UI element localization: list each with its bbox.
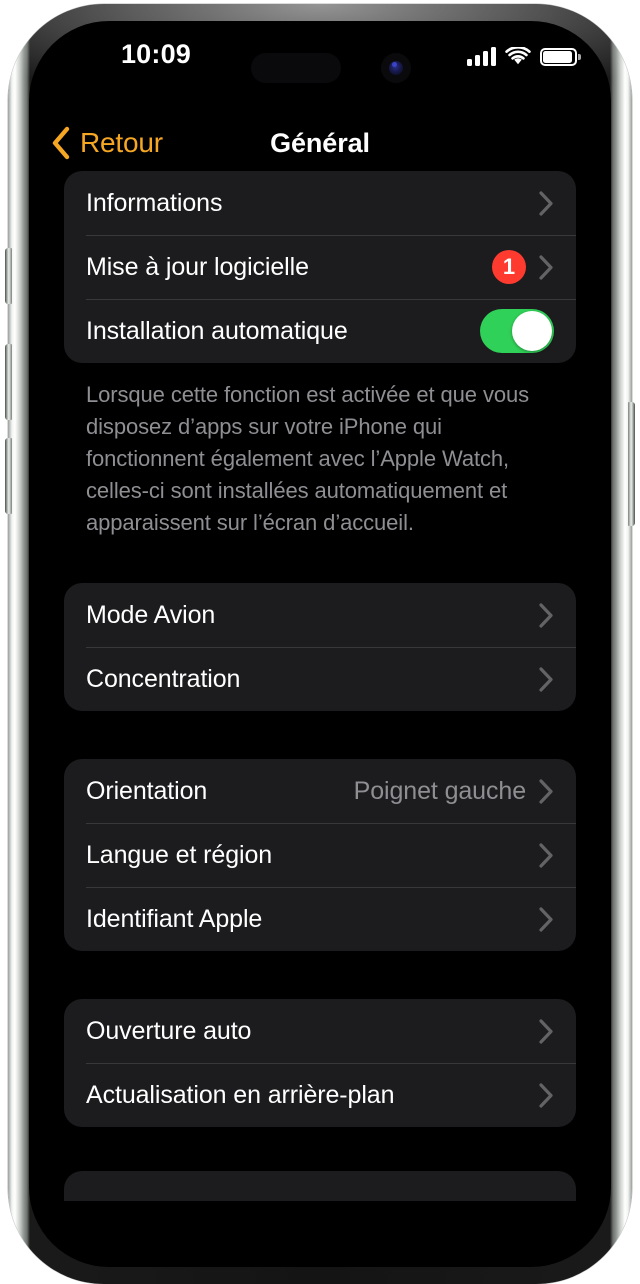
row-accessory xyxy=(538,842,554,869)
chevron-right-icon xyxy=(539,602,553,628)
row-accessory: Poignet gauche xyxy=(354,777,554,806)
chevron-right-icon xyxy=(539,778,553,804)
settings-group-next-clipped[interactable] xyxy=(64,1171,576,1201)
chevron-right-icon xyxy=(539,666,553,692)
row-label: Installation automatique xyxy=(86,316,348,345)
status-badge: 1 xyxy=(492,250,526,284)
camera-lens-glint xyxy=(392,62,397,67)
settings-row-informations[interactable]: Informations xyxy=(64,171,576,235)
row-label: Orientation xyxy=(86,776,208,805)
navigation-bar: Retour Général xyxy=(29,115,611,171)
toggle-knob xyxy=(512,311,552,351)
dynamic-island[interactable] xyxy=(251,53,341,83)
settings-row-apple-id[interactable]: Identifiant Apple xyxy=(64,887,576,951)
settings-row-language-region[interactable]: Langue et région xyxy=(64,823,576,887)
row-label: Actualisation en arrière-plan xyxy=(86,1080,395,1109)
row-accessory: 1 xyxy=(492,250,554,284)
settings-group-device: Orientation Poignet gauche Langue et rég… xyxy=(64,759,576,951)
row-accessory xyxy=(538,190,554,217)
row-accessory xyxy=(538,1018,554,1045)
settings-row-orientation[interactable]: Orientation Poignet gauche xyxy=(64,759,576,823)
chevron-right-icon xyxy=(539,1018,553,1044)
settings-row-background-refresh[interactable]: Actualisation en arrière-plan xyxy=(64,1063,576,1127)
row-label: Langue et région xyxy=(86,840,273,869)
row-label: Identifiant Apple xyxy=(86,904,263,933)
group-footer-note: Lorsque cette fonction est activée et qu… xyxy=(86,382,530,535)
row-accessory xyxy=(538,1082,554,1109)
status-bar-indicators xyxy=(467,47,581,66)
volume-down-button[interactable] xyxy=(5,438,12,514)
chevron-right-icon xyxy=(539,906,553,932)
row-label: Mode Avion xyxy=(86,600,216,629)
settings-row-auto-launch[interactable]: Ouverture auto xyxy=(64,999,576,1063)
row-label: Concentration xyxy=(86,664,241,693)
phone-screen: 10:09 Retour Général Informations Mise à… xyxy=(29,21,611,1267)
settings-row-automatic-install[interactable]: Installation automatique xyxy=(64,299,576,363)
front-camera-icon xyxy=(381,53,411,83)
battery-full-icon xyxy=(540,47,581,66)
chevron-right-icon xyxy=(539,254,553,280)
settings-list: Informations Mise à jour logicielle 1 In… xyxy=(29,171,611,1267)
chevron-right-icon xyxy=(539,1082,553,1108)
cellular-bars-icon xyxy=(467,47,496,66)
row-accessory xyxy=(480,309,554,353)
row-accessory xyxy=(538,906,554,933)
settings-group-modes: Mode Avion Concentration xyxy=(64,583,576,711)
phone-device-frame: 10:09 Retour Général Informations Mise à… xyxy=(5,4,635,1284)
settings-row-airplane-mode[interactable]: Mode Avion xyxy=(64,583,576,647)
action-button[interactable] xyxy=(5,248,12,304)
page-title: Général xyxy=(270,128,370,158)
volume-up-button[interactable] xyxy=(5,344,12,420)
settings-row-software-update[interactable]: Mise à jour logicielle 1 xyxy=(64,235,576,299)
settings-group-apps: Ouverture auto Actualisation en arrière-… xyxy=(64,999,576,1127)
wifi-icon xyxy=(505,47,531,65)
power-side-button[interactable] xyxy=(628,402,635,526)
row-value: Poignet gauche xyxy=(353,776,526,805)
row-accessory xyxy=(538,666,554,693)
row-label: Ouverture auto xyxy=(86,1016,252,1045)
chevron-right-icon xyxy=(539,842,553,868)
automatic-install-toggle[interactable] xyxy=(480,309,554,353)
settings-row-focus[interactable]: Concentration xyxy=(64,647,576,711)
chevron-right-icon xyxy=(539,190,553,216)
status-bar-clock: 10:09 xyxy=(120,39,192,69)
settings-group-updates: Informations Mise à jour logicielle 1 In… xyxy=(64,171,576,363)
row-accessory xyxy=(538,602,554,629)
row-label: Mise à jour logicielle xyxy=(86,252,309,281)
row-label: Informations xyxy=(86,188,223,217)
